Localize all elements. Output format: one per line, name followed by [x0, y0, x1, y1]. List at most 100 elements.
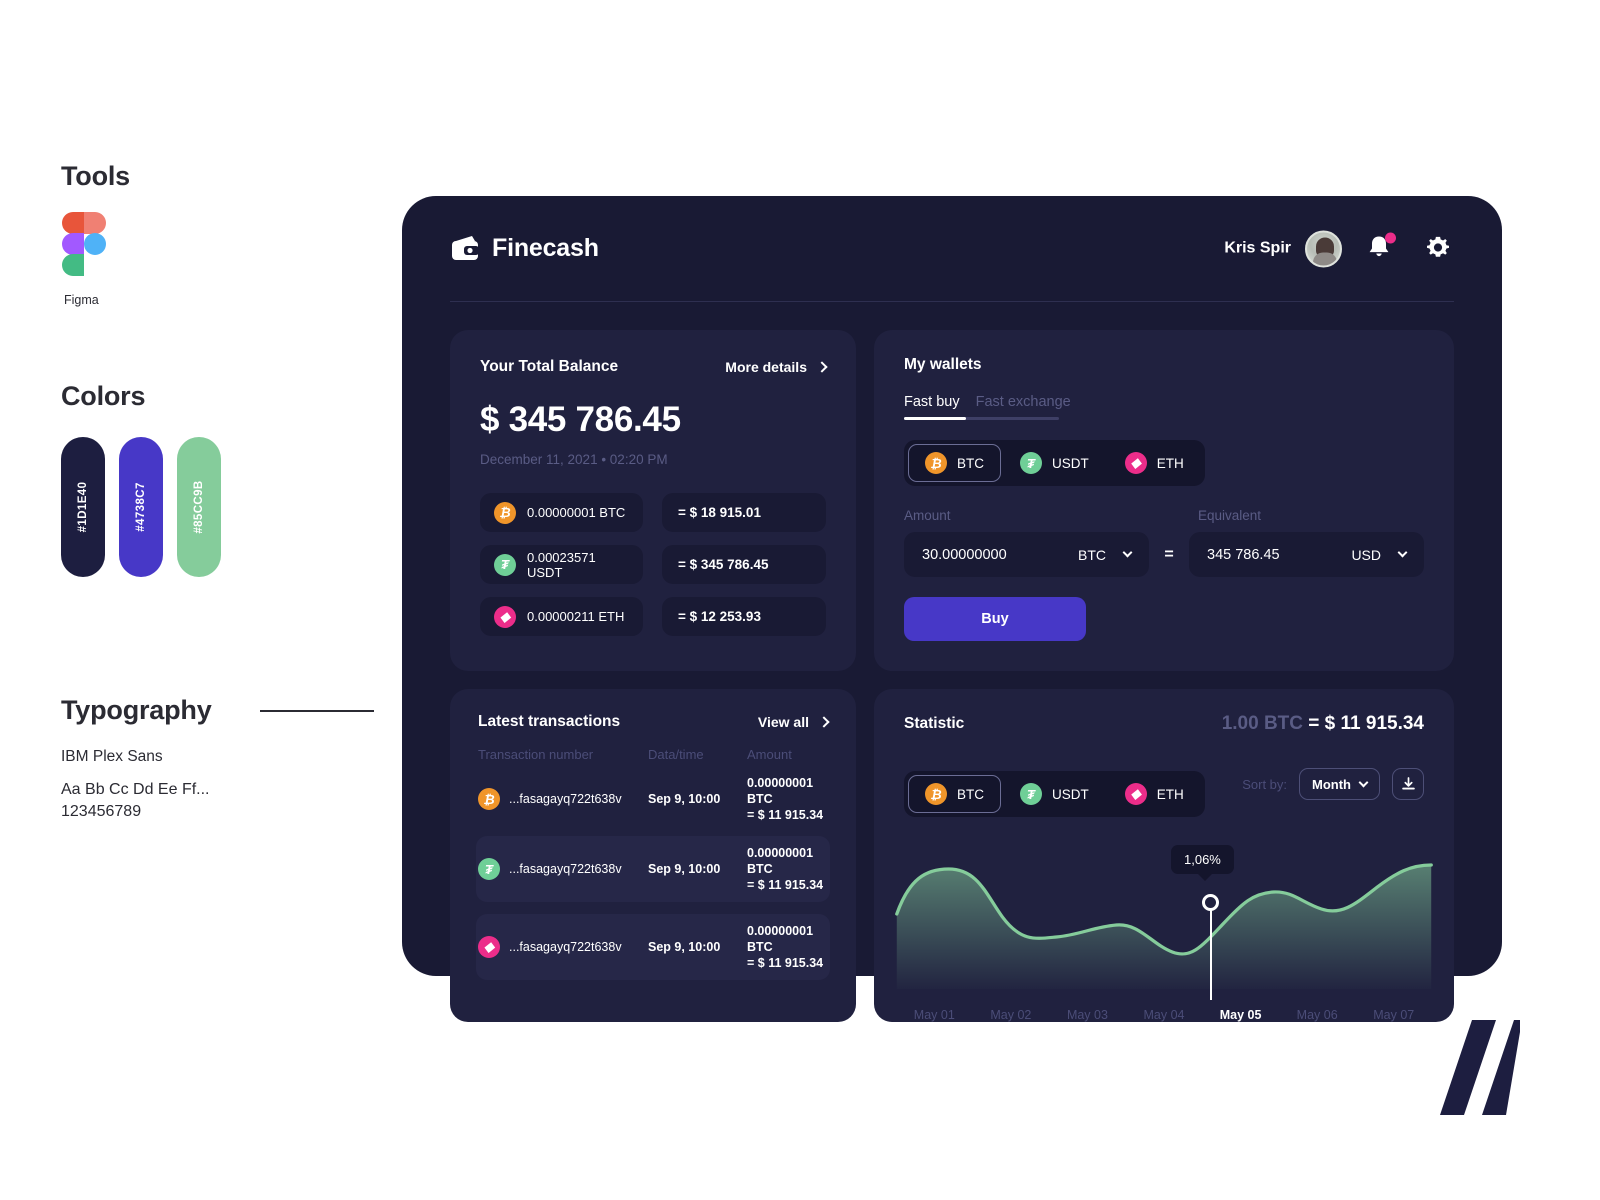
chart-tooltip: 1,06%: [1171, 845, 1234, 881]
transaction-amount-coin: 0.00000001 BTC: [747, 846, 814, 876]
balance-coin-equivalent: = $ 18 915.01: [662, 493, 826, 532]
figma-label: Figma: [64, 293, 99, 307]
axis-tick: May 01: [913, 1008, 955, 1022]
app-header: Finecash Kris Spir: [450, 196, 1454, 302]
transaction-amount-coin: 0.00000001 BTC: [747, 776, 814, 806]
btc-icon: ₿: [494, 501, 516, 524]
axis-tick: May 06: [1296, 1008, 1338, 1022]
btc-icon: ₿: [925, 452, 947, 474]
transactions-table: Transaction number Data/time Amount ₿ ..…: [476, 747, 830, 980]
color-swatch: #85CC9B: [177, 437, 221, 577]
more-details-link[interactable]: More details: [725, 359, 828, 375]
balance-coin-list: ₿ 0.00000001 BTC = $ 18 915.01 ₮ 0.00023…: [480, 493, 826, 636]
table-row[interactable]: ₿ ...fasagayq722t638v Sep 9, 10:00 0.000…: [476, 766, 830, 832]
usdt-icon: ₮: [1020, 452, 1042, 474]
typography-heading: Typography: [61, 695, 212, 725]
wallet-icon: [452, 235, 479, 260]
download-button[interactable]: [1392, 768, 1424, 800]
transactions-column-headers: Transaction number Data/time Amount: [476, 747, 830, 762]
statistic-rate: 1.00 BTC = $ 11 915.34: [1222, 713, 1424, 735]
statistic-controls: ₿ BTC ₮ USDT ◆ ETH Sort by: Month: [874, 751, 1454, 817]
equivalent-currency[interactable]: USD: [1351, 547, 1381, 563]
exchange-field-labels: Amount Equivalent: [904, 508, 1424, 523]
balance-coin-equivalent: = $ 12 253.93: [662, 597, 826, 636]
wallets-title: My wallets: [904, 356, 982, 373]
transaction-amount: 0.00000001 BTC = $ 11 915.34: [747, 845, 828, 893]
coin-option-eth[interactable]: ◆ ETH: [1108, 775, 1201, 813]
coin-option-label: BTC: [957, 455, 984, 471]
transaction-number-label: ...fasagayq722t638v: [509, 792, 622, 806]
sort-by-select[interactable]: Month: [1299, 768, 1380, 800]
amount-currency[interactable]: BTC: [1078, 547, 1106, 563]
latest-transactions-card: Latest transactions View all Transaction…: [450, 689, 856, 1022]
coin-option-btc[interactable]: ₿ BTC: [908, 775, 1001, 813]
coin-option-label: ETH: [1156, 455, 1184, 471]
column-header-datetime: Data/time: [648, 747, 704, 762]
coin-option-usdt[interactable]: ₮ USDT: [1003, 775, 1106, 813]
transactions-title: Latest transactions: [478, 713, 621, 730]
statistic-chart: 1,06%: [874, 839, 1454, 1004]
axis-tick: May 02: [990, 1008, 1032, 1022]
eth-icon: ◆: [1124, 452, 1147, 474]
transaction-amount: 0.00000001 BTC = $ 11 915.34: [747, 775, 828, 823]
brand-logo[interactable]: Finecash: [450, 234, 599, 264]
chevron-right-icon: [818, 716, 830, 728]
wallets-coin-switch: ₿ BTC ₮ USDT ◆ ETH: [904, 440, 1205, 486]
transaction-datetime: Sep 9, 10:00: [648, 940, 721, 954]
transaction-number: ₿ ...fasagayq722t638v: [478, 788, 648, 810]
column-header-amount: Amount: [747, 747, 792, 762]
amount-label: Amount: [904, 508, 951, 523]
view-all-link[interactable]: View all: [757, 714, 830, 730]
view-all-label: View all: [757, 714, 809, 730]
coin-option-label: USDT: [1052, 455, 1089, 471]
settings-button[interactable]: [1424, 234, 1454, 264]
transaction-amount-fiat: = $ 11 915.34: [747, 956, 824, 970]
typography-sample: Aa Bb Cc Dd Ee Ff... 123456789: [61, 779, 210, 823]
statistic-coin-switch: ₿ BTC ₮ USDT ◆ ETH: [904, 771, 1205, 817]
notifications-button[interactable]: [1366, 232, 1396, 265]
sort-by-label: Sort by:: [1242, 776, 1288, 792]
user-name[interactable]: Kris Spir: [1224, 240, 1291, 258]
balance-coin-amount-label: 0.00000001 BTC: [527, 505, 626, 520]
coin-option-label: BTC: [957, 786, 984, 802]
equivalent-label: Equivalent: [1198, 508, 1262, 523]
avatar[interactable]: [1305, 230, 1342, 267]
transaction-amount-coin: 0.00000001 BTC: [747, 924, 814, 954]
tools-heading: Tools: [61, 161, 130, 191]
dashboard-body: Your Total Balance More details $ 345 78…: [450, 302, 1454, 1022]
tabs-underline-active: [904, 417, 966, 420]
table-row[interactable]: ₮ ...fasagayq722t638v Sep 9, 10:00 0.000…: [476, 836, 830, 902]
typography-divider: [260, 710, 374, 712]
axis-tick: May 04: [1143, 1008, 1185, 1022]
equivalent-value: 345 786.45: [1207, 546, 1280, 563]
coin-option-eth[interactable]: ◆ ETH: [1108, 444, 1201, 482]
transaction-datetime: Sep 9, 10:00: [648, 862, 721, 876]
brand-slashes-logo: [1440, 1020, 1520, 1115]
download-icon: [1401, 776, 1415, 790]
statistic-header: Statistic 1.00 BTC = $ 11 915.34: [874, 713, 1454, 735]
typography-sample-numbers: 123456789: [61, 803, 142, 820]
coin-option-usdt[interactable]: ₮ USDT: [1003, 444, 1106, 482]
coin-option-btc[interactable]: ₿ BTC: [908, 444, 1001, 482]
equivalent-input[interactable]: 345 786.45 USD: [1189, 532, 1424, 577]
balance-coin-amount-label: 0.00023571 USDT: [527, 549, 596, 580]
amount-input[interactable]: 30.00000000 BTC: [904, 532, 1149, 577]
wallets-tabs: Fast buy Fast exchange: [904, 394, 1424, 420]
btc-icon: ₿: [478, 788, 500, 810]
balance-coin-row: ₿ 0.00000001 BTC = $ 18 915.01: [480, 493, 826, 532]
chevron-down-icon: [1397, 547, 1408, 558]
chart-hover-point[interactable]: [1202, 894, 1219, 911]
buy-button[interactable]: Buy: [904, 597, 1086, 641]
sort-by-value: Month: [1312, 776, 1351, 792]
balance-title: Your Total Balance: [480, 358, 619, 375]
more-details-label: More details: [725, 359, 807, 375]
eth-icon: ◆: [494, 605, 516, 628]
table-row[interactable]: ◆ ...fasagayq722t638v Sep 9, 10:00 0.000…: [476, 914, 830, 980]
axis-tick: May 03: [1066, 1008, 1108, 1022]
exchange-fields: 30.00000000 BTC = 345 786.45 USD: [904, 532, 1424, 577]
usdt-icon: ₮: [478, 858, 500, 880]
area-chart: [895, 863, 1433, 989]
typography-font-name: IBM Plex Sans: [61, 748, 163, 765]
page-root: Tools Figma Colors #1D1E40 #4738C7 #85CC…: [0, 0, 1600, 1200]
eth-icon: ◆: [1124, 783, 1147, 805]
